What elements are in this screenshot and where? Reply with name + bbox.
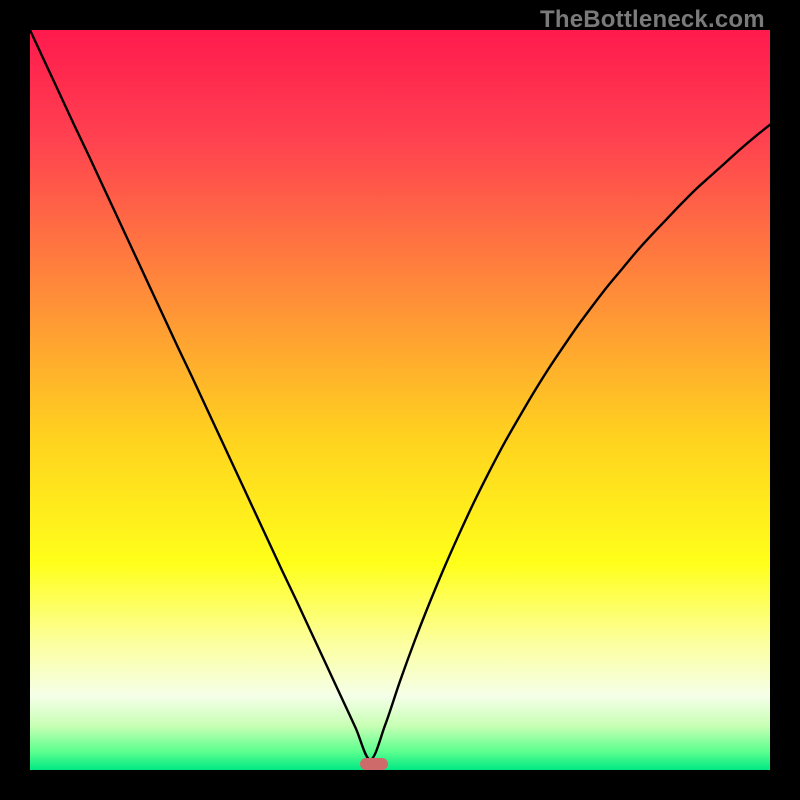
bottleneck-curve [30, 30, 770, 770]
chart-frame: TheBottleneck.com [0, 0, 800, 800]
watermark-text: TheBottleneck.com [540, 6, 765, 34]
optimal-point-marker [360, 758, 388, 770]
plot-area [30, 30, 770, 770]
